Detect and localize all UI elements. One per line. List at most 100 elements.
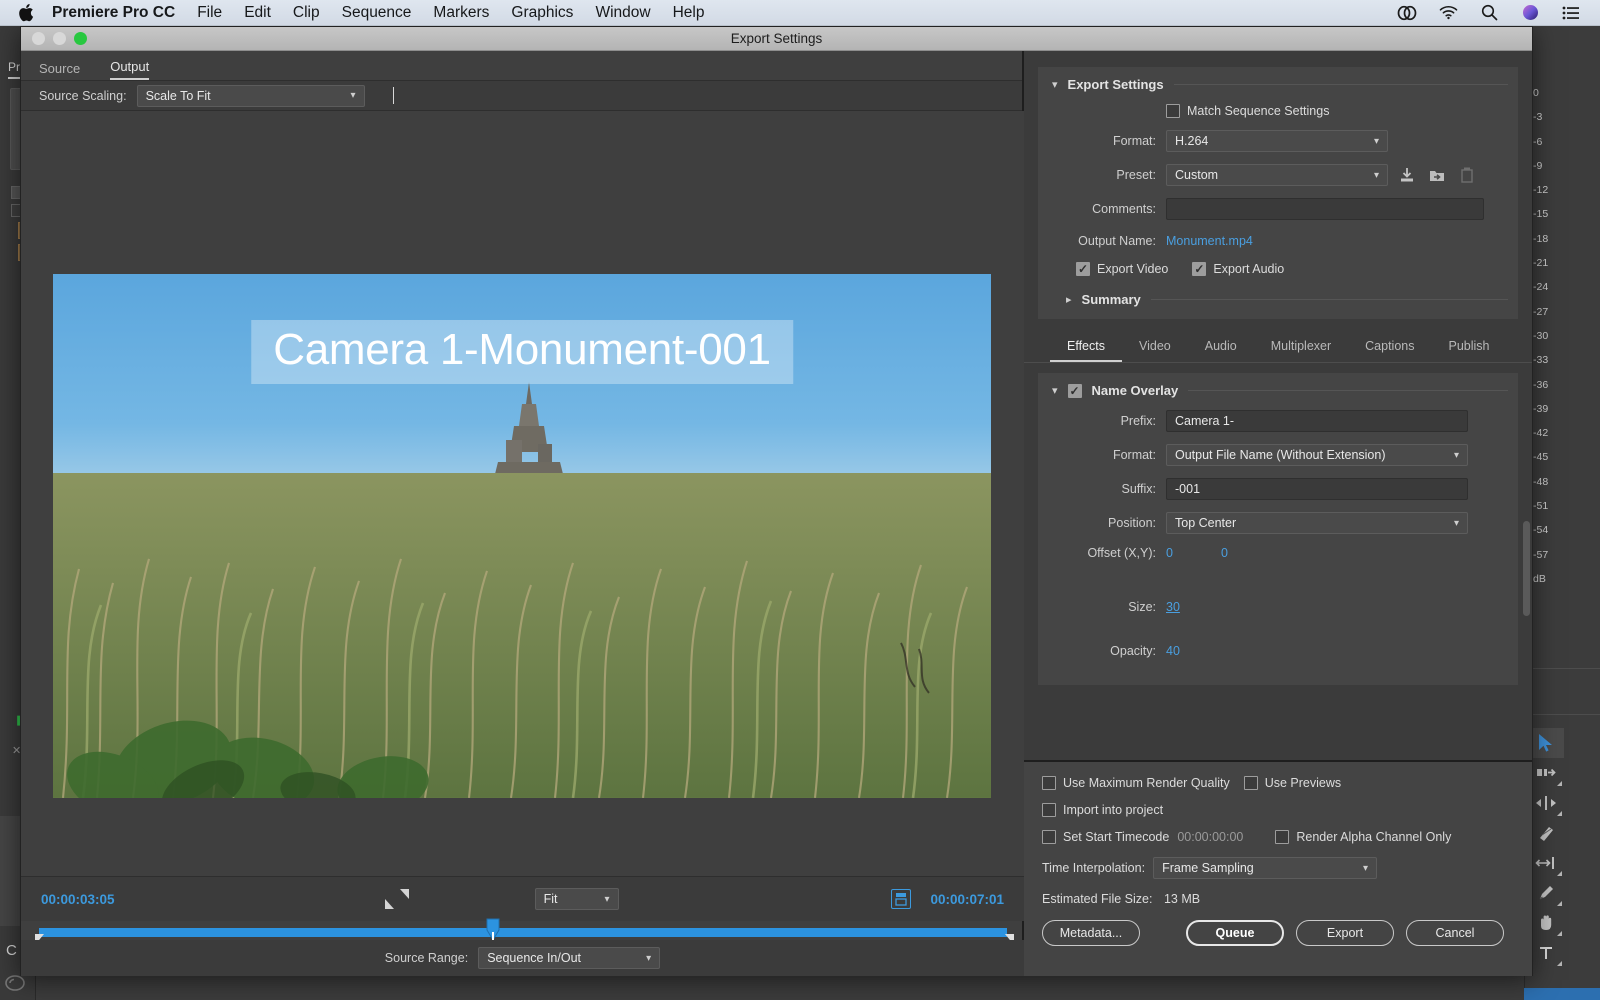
name-overlay-checkbox[interactable] <box>1067 383 1082 398</box>
metadata-button[interactable]: Metadata... <box>1042 920 1140 946</box>
checkbox-box[interactable] <box>1275 830 1290 844</box>
export-settings-title: Export Settings <box>1067 77 1164 92</box>
chevron-right-icon[interactable]: ▸ <box>1066 293 1072 306</box>
estimated-file-size-value: 13 MB <box>1163 892 1201 906</box>
menu-item-clip[interactable]: Clip <box>293 4 320 22</box>
chevron-down-icon: ▾ <box>1363 862 1369 874</box>
db-tick: -21 <box>1533 257 1549 270</box>
scrubber[interactable] <box>21 918 1024 945</box>
pen-tool-icon[interactable] <box>1528 878 1564 908</box>
mark-out-icon[interactable] <box>399 889 409 909</box>
opacity-value[interactable]: 40 <box>1166 644 1180 658</box>
export-settings-header[interactable]: ▾ Export Settings <box>1038 77 1518 92</box>
dialog-titlebar[interactable]: Export Settings <box>21 27 1532 51</box>
checkbox-box[interactable] <box>1042 830 1056 844</box>
set-start-timecode-checkbox[interactable]: Set Start Timecode 00:00:00:00 <box>1042 830 1243 844</box>
chevron-down-icon[interactable]: ▾ <box>1052 78 1058 91</box>
video-frame[interactable]: Camera 1-Monument-001 <box>53 274 991 798</box>
comments-input[interactable] <box>1166 198 1484 220</box>
checkbox-box[interactable] <box>1042 776 1056 790</box>
name-overlay-text: Camera 1-Monument-001 <box>251 320 793 384</box>
menu-item-markers[interactable]: Markers <box>433 4 489 22</box>
project-panel-tab[interactable]: Pr <box>8 60 20 79</box>
import-into-project-checkbox[interactable]: Import into project <box>1042 803 1163 817</box>
render-options-panel: Use Maximum Render Quality Use Previews … <box>1024 760 1532 976</box>
menu-item-edit[interactable]: Edit <box>244 4 271 22</box>
wifi-icon[interactable] <box>1437 2 1459 24</box>
output-name-link[interactable]: Monument.mp4 <box>1166 234 1253 248</box>
summary-header[interactable]: ▸ Summary <box>1038 292 1518 307</box>
quality-options-row: Use Maximum Render Quality Use Previews <box>1042 776 1514 790</box>
menu-item-sequence[interactable]: Sequence <box>342 4 412 22</box>
hand-tool-icon[interactable] <box>1528 908 1564 938</box>
export-button[interactable]: Export <box>1296 920 1394 946</box>
export-video-checkbox[interactable]: Export Video <box>1076 262 1168 276</box>
menu-app-name[interactable]: Premiere Pro CC <box>52 4 175 22</box>
razor-tool-icon[interactable] <box>1528 818 1564 848</box>
creative-cloud-icon[interactable] <box>1396 2 1418 24</box>
playhead-handle[interactable] <box>485 918 501 944</box>
use-maximum-render-quality-checkbox[interactable]: Use Maximum Render Quality <box>1042 776 1230 790</box>
source-scaling-select[interactable]: Scale To Fit ▾ <box>136 84 365 107</box>
control-center-icon[interactable] <box>1560 2 1582 24</box>
tab-effects[interactable]: Effects <box>1050 333 1122 362</box>
tab-publish[interactable]: Publish <box>1432 333 1507 362</box>
estimated-file-size-row: Estimated File Size: 13 MB <box>1042 892 1514 906</box>
chevron-down-icon[interactable]: ▾ <box>1052 384 1058 397</box>
tab-audio[interactable]: Audio <box>1188 333 1254 362</box>
chevron-down-icon: ▾ <box>646 952 652 964</box>
checkbox-box[interactable] <box>1042 803 1056 817</box>
zoom-level-select[interactable]: Fit ▾ <box>534 888 619 910</box>
size-value[interactable]: 30 <box>1166 600 1180 614</box>
suffix-input[interactable]: -001 <box>1166 478 1468 500</box>
type-tool-icon[interactable] <box>1528 938 1564 968</box>
search-icon[interactable] <box>1478 2 1500 24</box>
selection-tool-icon[interactable] <box>1528 728 1564 758</box>
match-sequence-settings-checkbox[interactable]: Match Sequence Settings <box>1166 104 1506 118</box>
tab-captions[interactable]: Captions <box>1348 333 1431 362</box>
db-tick: -42 <box>1533 427 1549 440</box>
tab-multiplexer[interactable]: Multiplexer <box>1254 333 1348 362</box>
use-previews-checkbox[interactable]: Use Previews <box>1243 776 1341 790</box>
mark-in-icon[interactable] <box>384 889 394 909</box>
prefix-input[interactable]: Camera 1- <box>1166 410 1468 432</box>
cancel-button[interactable]: Cancel <box>1406 920 1504 946</box>
time-interpolation-select[interactable]: Frame Sampling ▾ <box>1153 857 1378 879</box>
source-range-select[interactable]: Sequence In/Out ▾ <box>478 947 661 969</box>
ripple-edit-tool-icon[interactable] <box>1528 788 1564 818</box>
position-label: Position: <box>1108 516 1156 530</box>
settings-scrollbar[interactable] <box>1523 521 1530 616</box>
delete-preset-icon[interactable] <box>1456 164 1478 186</box>
offset-y-value[interactable]: 0 <box>1221 546 1228 560</box>
set-start-timecode-value[interactable]: 00:00:00:00 <box>1177 830 1243 844</box>
queue-button[interactable]: Queue <box>1186 920 1284 946</box>
export-audio-checkbox[interactable]: Export Audio <box>1192 262 1284 276</box>
import-preset-icon[interactable] <box>1426 164 1448 186</box>
export-frame-icon[interactable] <box>890 889 911 909</box>
tab-source[interactable]: Source <box>39 61 80 80</box>
siri-icon[interactable] <box>1519 2 1541 24</box>
scrub-bar[interactable] <box>39 918 1007 944</box>
apple-logo-icon[interactable] <box>18 3 36 23</box>
checkbox-box[interactable] <box>1166 104 1180 118</box>
save-preset-icon[interactable] <box>1396 164 1418 186</box>
checkbox-box[interactable] <box>1243 776 1258 790</box>
position-select[interactable]: Top Center ▾ <box>1166 512 1468 534</box>
menu-item-help[interactable]: Help <box>673 4 705 22</box>
render-alpha-channel-only-checkbox[interactable]: Render Alpha Channel Only <box>1275 830 1451 844</box>
preset-select[interactable]: Custom ▾ <box>1166 164 1388 186</box>
format-select[interactable]: H.264 ▾ <box>1166 130 1388 152</box>
menu-item-file[interactable]: File <box>197 4 222 22</box>
offset-x-value[interactable]: 0 <box>1166 546 1173 560</box>
track-select-forward-tool-icon[interactable] <box>1528 758 1564 788</box>
checkbox-box[interactable] <box>1076 262 1090 276</box>
tab-output[interactable]: Output <box>110 59 150 80</box>
overlay-format-select[interactable]: Output File Name (Without Extension) ▾ <box>1166 444 1468 466</box>
slip-tool-icon[interactable] <box>1528 848 1564 878</box>
menu-item-graphics[interactable]: Graphics <box>511 4 573 22</box>
tab-video[interactable]: Video <box>1122 333 1188 362</box>
current-timecode[interactable]: 00:00:03:05 <box>41 892 115 907</box>
menu-item-window[interactable]: Window <box>595 4 650 22</box>
name-overlay-header[interactable]: ▾ Name Overlay <box>1038 383 1518 398</box>
checkbox-box[interactable] <box>1192 262 1207 276</box>
